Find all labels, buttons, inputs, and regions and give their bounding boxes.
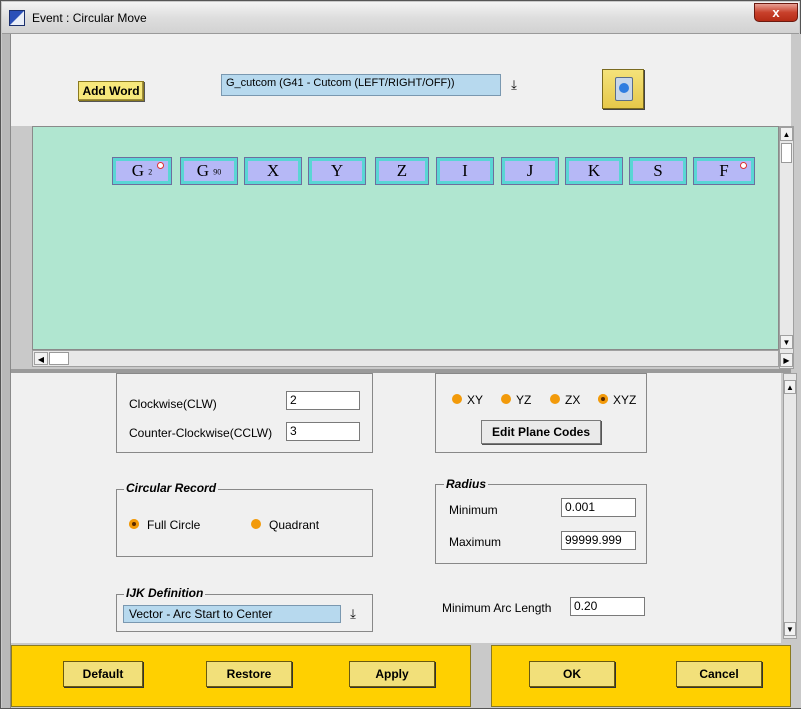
scroll-thumb[interactable] bbox=[781, 143, 792, 163]
panel-scrollbar[interactable]: ▲ ▼ bbox=[783, 373, 797, 639]
word-tile-s[interactable]: S bbox=[629, 157, 687, 185]
edit-plane-codes-button[interactable]: Edit Plane Codes bbox=[481, 420, 601, 444]
cclw-input[interactable]: 3 bbox=[286, 422, 360, 441]
word-tile-label: S bbox=[653, 161, 663, 180]
word-tile-g2[interactable]: G 2 bbox=[112, 157, 172, 185]
panel-scroll-up-button[interactable]: ▲ bbox=[784, 380, 796, 394]
radius-min-label: Minimum bbox=[449, 503, 498, 517]
scroll-thumb[interactable] bbox=[49, 352, 69, 365]
recycle-bin-button[interactable] bbox=[602, 69, 644, 109]
direction-group bbox=[116, 373, 373, 453]
cclw-label: Counter-Clockwise(CCLW) bbox=[129, 426, 273, 440]
apply-button[interactable]: Apply bbox=[349, 661, 435, 687]
plane-label-zx: ZX bbox=[565, 393, 581, 407]
circular-record-title: Circular Record bbox=[124, 481, 219, 495]
min-arc-length-label: Minimum Arc Length bbox=[442, 601, 552, 615]
word-select[interactable]: G_cutcom (G41 - Cutcom (LEFT/RIGHT/OFF)) bbox=[221, 74, 501, 96]
word-tile-i[interactable]: I bbox=[436, 157, 494, 185]
scroll-up-button[interactable]: ▲ bbox=[780, 127, 793, 141]
word-tile-label: F bbox=[719, 161, 729, 180]
full-circle-radio[interactable] bbox=[129, 519, 139, 529]
radius-group bbox=[435, 484, 647, 564]
clw-label: Clockwise(CLW) bbox=[129, 397, 217, 411]
word-tile-label: X bbox=[266, 161, 280, 180]
dropdown-arrow-icon[interactable]: ⤓ bbox=[504, 75, 524, 95]
panel-scroll-down-button[interactable]: ▼ bbox=[784, 622, 796, 636]
word-tile-y[interactable]: Y bbox=[308, 157, 366, 185]
word-tile-label: J bbox=[526, 161, 534, 180]
word-tile-label: Z bbox=[396, 161, 408, 180]
radius-max-label: Maximum bbox=[449, 535, 502, 549]
radius-title: Radius bbox=[444, 477, 489, 491]
circular-move-dialog: Event : Circular Move x Add Word G_cutco… bbox=[0, 0, 801, 709]
word-tile-x[interactable]: X bbox=[244, 157, 302, 185]
modal-indicator-icon bbox=[157, 162, 164, 169]
close-button[interactable]: x bbox=[754, 3, 798, 22]
plane-radio-yz[interactable] bbox=[501, 394, 511, 404]
quadrant-radio[interactable] bbox=[251, 519, 261, 529]
ijk-select[interactable]: Vector - Arc Start to Center bbox=[123, 605, 341, 623]
quadrant-label: Quadrant bbox=[269, 518, 320, 532]
word-tile-label: G bbox=[196, 161, 210, 180]
full-circle-label: Full Circle bbox=[147, 518, 201, 532]
word-tile-subscript: 90 bbox=[213, 167, 222, 177]
plane-label-xyz: XYZ bbox=[613, 393, 637, 407]
scroll-right-button[interactable]: ▶ bbox=[780, 353, 793, 367]
plane-label-xy: XY bbox=[467, 393, 484, 407]
restore-button[interactable]: Restore bbox=[206, 661, 292, 687]
min-arc-length-input[interactable]: 0.20 bbox=[570, 597, 645, 616]
word-tile-f[interactable]: F bbox=[693, 157, 755, 185]
word-tile-label: K bbox=[587, 161, 601, 180]
plane-radio-xy[interactable] bbox=[452, 394, 462, 404]
recycle-bin-icon bbox=[615, 77, 633, 101]
modal-indicator-icon bbox=[740, 162, 747, 169]
dropdown-arrow-icon[interactable]: ⤓ bbox=[343, 604, 363, 624]
word-tile-label: Y bbox=[330, 161, 344, 180]
horizontal-scrollbar[interactable]: ◀ bbox=[32, 350, 779, 367]
app-icon bbox=[9, 10, 25, 26]
scroll-down-button[interactable]: ▼ bbox=[780, 335, 793, 349]
title-bar[interactable]: Event : Circular Move x bbox=[2, 2, 799, 34]
word-tile-label: I bbox=[462, 161, 468, 180]
clw-input[interactable]: 2 bbox=[286, 391, 360, 410]
plane-radio-xyz[interactable] bbox=[598, 394, 608, 404]
left-frame bbox=[2, 34, 11, 708]
word-tile-label: G bbox=[131, 161, 145, 180]
ok-button[interactable]: OK bbox=[529, 661, 615, 687]
plane-label-yz: YZ bbox=[516, 393, 532, 407]
word-tile-z[interactable]: Z bbox=[375, 157, 429, 185]
cancel-button[interactable]: Cancel bbox=[676, 661, 762, 687]
radius-min-input[interactable]: 0.001 bbox=[561, 498, 636, 517]
scroll-left-button[interactable]: ◀ bbox=[34, 352, 48, 365]
default-button[interactable]: Default bbox=[63, 661, 143, 687]
word-tile-subscript: 2 bbox=[148, 167, 153, 177]
vertical-scrollbar[interactable]: ▲ ▼ ▶ bbox=[779, 126, 794, 369]
radius-max-input[interactable]: 99999.999 bbox=[561, 531, 636, 550]
window-title: Event : Circular Move bbox=[32, 11, 147, 25]
word-tile-k[interactable]: K bbox=[565, 157, 623, 185]
ijk-title: IJK Definition bbox=[124, 586, 206, 600]
word-tile-j[interactable]: J bbox=[501, 157, 559, 185]
word-tile-g90[interactable]: G 90 bbox=[180, 157, 238, 185]
plane-radio-zx[interactable] bbox=[550, 394, 560, 404]
add-word-button[interactable]: Add Word bbox=[78, 81, 144, 101]
